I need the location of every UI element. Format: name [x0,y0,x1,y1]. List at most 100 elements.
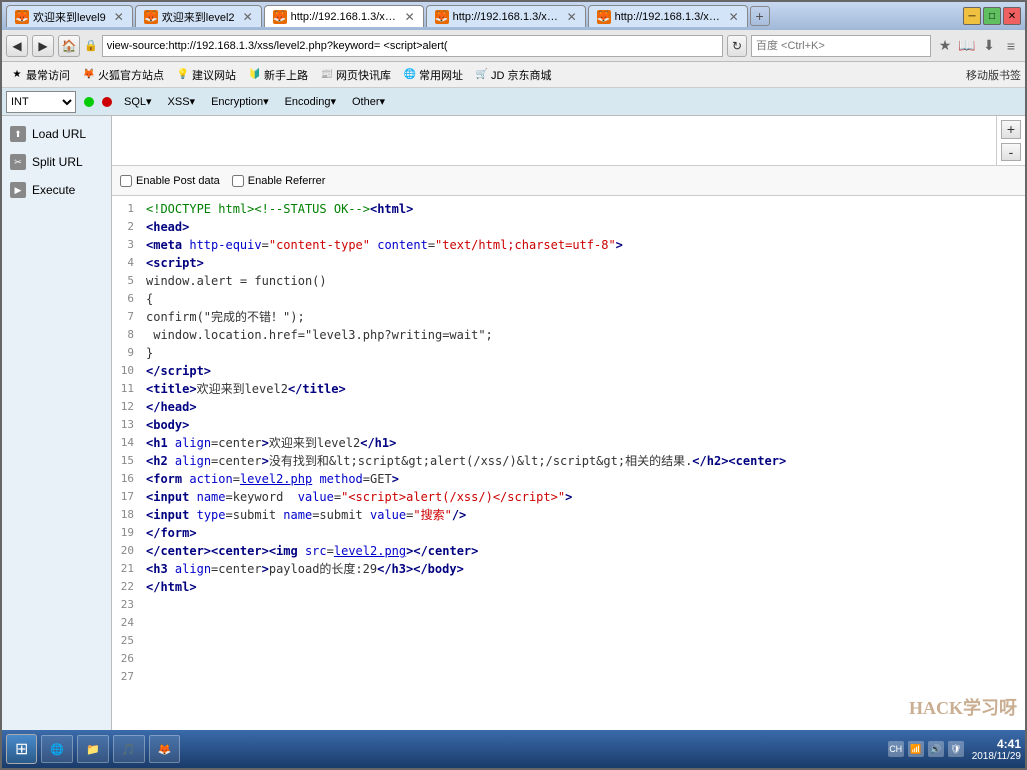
bookmark-newbie-label: 新手上路 [264,67,308,83]
code-line-19: 19</form> [112,524,1025,542]
line-number: 24 [112,614,142,632]
tab-xss2[interactable]: 🦊 http://192.168.1.3/xs... ✕ [426,5,586,27]
tab3-close[interactable]: ✕ [405,10,415,24]
load-url-item[interactable]: ⬆ Load URL [2,120,111,148]
xss-menu[interactable]: XSS▾ [164,93,200,110]
url-input[interactable] [102,35,723,57]
bookmark-jd[interactable]: 🛒 JD 京东商城 [471,65,556,85]
sidebar: ⬆ Load URL ✂ Split URL ▶ Execute [2,116,112,730]
bookmark-suggest[interactable]: 💡 建议网站 [172,65,240,85]
search-input[interactable] [751,35,931,57]
ie-taskbar-icon[interactable]: 🌐 [41,735,73,763]
lang-indicator: CH [888,741,904,757]
firefox-taskbar-icon[interactable]: 🦊 [149,735,181,763]
home-button[interactable]: 🏠 [58,35,80,57]
code-line-8: 8 window.location.href="level3.php?writi… [112,326,1025,344]
split-url-item[interactable]: ✂ Split URL [2,148,111,176]
code-line-16: 16<form action=level2.php method=GET> [112,470,1025,488]
media-taskbar-icon[interactable]: 🎵 [113,735,145,763]
plus-button[interactable]: + [1001,120,1021,139]
line-content: confirm("完成的不错！"); [142,308,1025,326]
tab1-close[interactable]: ✕ [114,10,124,24]
bookmark-firefox-official[interactable]: 🦊 火狐官方站点 [78,65,168,85]
network-icon: 📶 [908,741,924,757]
line-content: <!DOCTYPE html><!--STATUS OK--><html> [142,200,1025,218]
volume-icon: 🔊 [928,741,944,757]
code-line-22: 22</html> [112,578,1025,596]
tab-level2[interactable]: 🦊 欢迎来到level2 ✕ [135,5,262,27]
bookmark-most-visited[interactable]: ★ 最常访问 [6,65,74,85]
line-number: 21 [112,560,142,578]
tab-xss3[interactable]: 🦊 http://192.168.1.3/xs... ✕ [588,5,748,27]
bookmark-menu-icon[interactable]: 📖 [957,36,977,56]
tab2-close[interactable]: ✕ [243,10,253,24]
code-line-25: 25 [112,632,1025,650]
common-urls-icon: 🌐 [403,68,417,82]
window-controls: ─ □ ✕ [963,7,1021,25]
line-content: </center><center><img src=level2.png></c… [142,542,1025,560]
taskbar-right: CH 📶 🔊 🛡 4:41 2018/11/29 [888,737,1021,762]
refresh-button[interactable]: ↻ [727,35,747,57]
code-line-12: 12</head> [112,398,1025,416]
bookmark-feed-label: 网页快讯库 [336,67,391,83]
line-content: <meta http-equiv="content-type" content=… [142,236,1025,254]
execute-icon: ▶ [10,182,26,198]
line-number: 19 [112,524,142,542]
explorer-taskbar-icon[interactable]: 📁 [77,735,109,763]
execute-item[interactable]: ▶ Execute [2,176,111,204]
code-line-20: 20</center><center><img src=level2.png><… [112,542,1025,560]
maximize-button[interactable]: □ [983,7,1001,25]
minimize-button[interactable]: ─ [963,7,981,25]
minus-button[interactable]: - [1001,143,1021,162]
bookmark-jd-label: JD 京东商城 [491,67,552,83]
line-number: 25 [112,632,142,650]
line-number: 15 [112,452,142,470]
tab5-close[interactable]: ✕ [729,10,739,24]
tab4-close[interactable]: ✕ [567,10,577,24]
line-number: 5 [112,272,142,290]
line-content: <h3 align=center>payload的长度:29</h3></bod… [142,560,1025,578]
back-button[interactable]: ◀ [6,35,28,57]
url-textarea[interactable] [112,116,996,165]
tab3-label: http://192.168.1.3/xs... [291,11,397,23]
firefox-icon-tab4: 🦊 [435,10,449,24]
explorer-icon: 📁 [86,743,100,756]
line-number: 22 [112,578,142,596]
tab2-label: 欢迎来到level2 [162,9,235,25]
bookmark-common-urls[interactable]: 🌐 常用网址 [399,65,467,85]
main-area: ⬆ Load URL ✂ Split URL ▶ Execute + - [2,116,1025,730]
firefox-icon-tab2: 🦊 [144,10,158,24]
settings-icon[interactable]: ≡ [1001,36,1021,56]
tab-level9[interactable]: 🦊 欢迎来到level9 ✕ [6,5,133,27]
encryption-menu[interactable]: Encryption▾ [207,93,273,110]
bookmark-feed[interactable]: 📰 网页快讯库 [316,65,395,85]
media-icon: 🎵 [122,743,136,756]
start-button[interactable]: ⊞ [6,734,37,764]
new-tab-button[interactable]: + [750,6,770,26]
post-checkbox-input[interactable] [120,175,132,187]
green-status-dot [84,97,94,107]
line-number: 7 [112,308,142,326]
close-button[interactable]: ✕ [1003,7,1021,25]
referrer-checkbox-input[interactable] [232,175,244,187]
tab-xss1[interactable]: 🦊 http://192.168.1.3/xs... ✕ [264,5,424,27]
bookmark-common-label: 常用网址 [419,67,463,83]
enable-post-checkbox[interactable]: Enable Post data [120,175,220,187]
mobile-bookmarks-button[interactable]: 移动版书签 [966,67,1021,83]
int-select[interactable]: INT [6,91,76,113]
code-line-7: 7confirm("完成的不错！"); [112,308,1025,326]
code-line-27: 27 [112,668,1025,686]
encoding-menu[interactable]: Encoding▾ [281,93,340,110]
enable-referrer-checkbox[interactable]: Enable Referrer [232,175,326,187]
download-icon[interactable]: ⬇ [979,36,999,56]
sql-menu[interactable]: SQL▾ [120,93,156,110]
other-menu[interactable]: Other▾ [348,93,389,110]
line-content: </script> [142,362,1025,380]
lock-icon: 🔒 [84,39,98,52]
forward-button[interactable]: ▶ [32,35,54,57]
tab4-label: http://192.168.1.3/xs... [453,11,559,23]
star-icon[interactable]: ★ [935,36,955,56]
bookmark-newbie[interactable]: 🔰 新手上路 [244,65,312,85]
line-content: <body> [142,416,1025,434]
line-content: <form action=level2.php method=GET> [142,470,1025,488]
